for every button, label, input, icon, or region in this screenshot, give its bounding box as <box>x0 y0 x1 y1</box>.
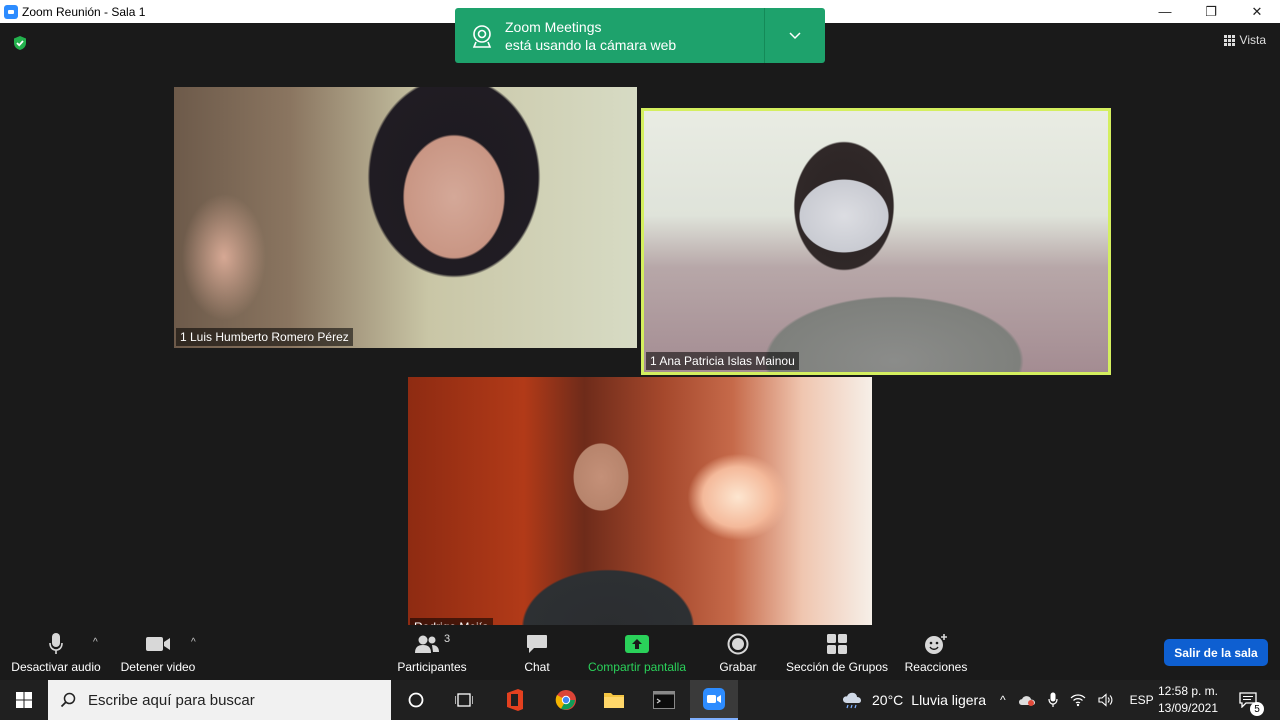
microphone-in-use-icon[interactable] <box>1048 692 1058 708</box>
video-camera-icon <box>146 637 170 651</box>
stop-video-button[interactable]: Detener video <box>117 625 199 680</box>
chat-button[interactable]: Chat <box>517 625 557 680</box>
taskbar-search-box[interactable]: Escribe aquí para buscar <box>48 680 391 720</box>
system-tray: ^ ESP <box>1000 680 1154 720</box>
file-explorer-button[interactable] <box>590 680 638 720</box>
search-placeholder: Escribe aquí para buscar <box>88 691 255 709</box>
windows-taskbar: Escribe aquí para buscar 20°C Lluvia lig… <box>0 680 1280 720</box>
office-app-button[interactable] <box>491 680 539 720</box>
terminal-icon <box>653 691 675 709</box>
record-button[interactable]: Grabar <box>717 625 759 680</box>
grid-view-icon <box>1223 34 1235 46</box>
reactions-label: Reacciones <box>904 660 968 674</box>
participants-button[interactable]: 3 Participantes <box>394 625 470 680</box>
notification-title: Zoom Meetings <box>505 18 602 35</box>
windows-logo-icon <box>16 692 32 708</box>
restore-button[interactable]: ❐ <box>1188 0 1234 23</box>
mute-audio-button[interactable]: Desactivar audio <box>10 625 102 680</box>
chrome-app-button[interactable] <box>542 680 590 720</box>
participants-label: Participantes <box>397 660 467 674</box>
weather-temperature: 20°C <box>872 692 904 708</box>
share-screen-label: Compartir pantalla <box>587 660 687 674</box>
video-tile-1[interactable]: 1 Luis Humberto Romero Pérez <box>174 87 637 348</box>
onedrive-sync-icon[interactable] <box>1018 694 1036 706</box>
view-label: Vista <box>1239 33 1266 47</box>
mute-audio-label: Desactivar audio <box>11 660 101 674</box>
window-controls: — ❐ ✕ <box>1142 0 1280 23</box>
breakout-rooms-icon <box>827 634 847 654</box>
wifi-icon[interactable] <box>1070 693 1086 707</box>
microphone-icon <box>49 633 63 654</box>
participants-count: 3 <box>443 633 451 645</box>
participant-name: 1 Luis Humberto Romero Pérez <box>176 328 353 346</box>
camera-notification[interactable]: Zoom Meetings está usando la cámara web <box>455 8 825 63</box>
task-view-icon <box>455 693 473 707</box>
zoom-app-button[interactable] <box>690 680 738 720</box>
record-icon <box>727 633 749 655</box>
chat-label: Chat <box>524 660 550 674</box>
zoom-app-icon <box>4 4 18 19</box>
participants-icon <box>414 635 439 653</box>
task-view-button[interactable] <box>440 680 488 720</box>
record-label: Grabar <box>719 660 757 674</box>
webcam-icon <box>472 24 492 48</box>
video-options-caret-icon[interactable]: ^ <box>191 637 196 648</box>
notification-message: está usando la cámara web <box>505 36 677 53</box>
action-center-button[interactable]: 5 <box>1228 680 1268 720</box>
cortana-button[interactable] <box>392 680 440 720</box>
notification-count-badge: 5 <box>1250 702 1264 716</box>
video-tile-2-active-speaker[interactable]: 1 Ana Patricia Islas Mainou <box>641 108 1111 375</box>
minimize-button[interactable]: — <box>1142 0 1188 23</box>
breakout-rooms-button[interactable]: Sección de Grupos <box>784 625 890 680</box>
weather-widget[interactable]: 20°C Lluvia ligera <box>842 680 986 720</box>
taskbar-clock[interactable]: 12:58 p. m. 13/09/2021 <box>1150 683 1226 717</box>
weather-description: Lluvia ligera <box>911 692 986 708</box>
view-button[interactable]: Vista <box>1223 33 1266 47</box>
stop-video-label: Detener video <box>120 660 196 674</box>
start-button[interactable] <box>0 680 48 720</box>
cortana-circle-icon <box>408 692 424 708</box>
breakout-rooms-label: Sección de Grupos <box>785 660 889 674</box>
show-hidden-icons-chevron-icon[interactable]: ^ <box>1000 693 1006 707</box>
search-icon <box>48 692 88 708</box>
reactions-smiley-icon <box>925 634 947 654</box>
chevron-down-icon <box>789 31 801 39</box>
video-tile-3[interactable]: Rodrigo Mejía <box>408 377 872 638</box>
meeting-controls-bar: Desactivar audio ^ Detener video ^ 3 Par… <box>0 625 1280 680</box>
volume-speaker-icon[interactable] <box>1098 693 1114 707</box>
chat-bubble-icon <box>527 635 547 653</box>
reactions-button[interactable]: Reacciones <box>904 625 968 680</box>
terminal-app-button[interactable] <box>640 680 688 720</box>
video-feed <box>644 111 1108 372</box>
notification-expand-button[interactable] <box>765 8 825 63</box>
rain-cloud-icon <box>843 692 861 709</box>
window-title: Zoom Reunión - Sala 1 <box>22 4 146 19</box>
clock-time: 12:58 p. m. <box>1157 684 1219 698</box>
leave-room-button[interactable]: Salir de la sala <box>1164 639 1268 666</box>
audio-options-caret-icon[interactable]: ^ <box>93 637 98 648</box>
office-icon <box>507 689 523 711</box>
clock-date: 13/09/2021 <box>1157 701 1219 715</box>
participant-name: 1 Ana Patricia Islas Mainou <box>646 352 799 370</box>
close-button[interactable]: ✕ <box>1234 0 1280 23</box>
zoom-icon <box>703 688 725 710</box>
security-shield-icon[interactable] <box>12 35 28 51</box>
meeting-area: Vista 1 Luis Humberto Romero Pérez 1 Ana… <box>0 23 1280 638</box>
chrome-icon <box>555 690 576 710</box>
share-screen-arrow-icon <box>625 635 649 653</box>
folder-icon <box>604 693 624 708</box>
share-screen-button[interactable]: Compartir pantalla <box>584 625 690 680</box>
